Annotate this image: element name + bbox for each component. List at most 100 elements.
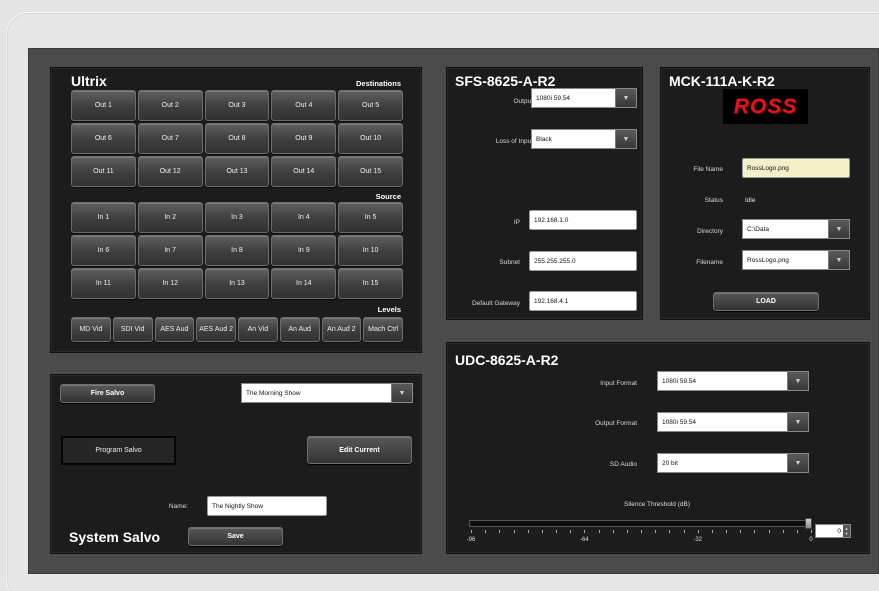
sources-grid: In 1 In 2 In 3 In 4 In 5 In 6 In 7 In 8 In 9 In 1… bbox=[71, 202, 403, 299]
source-button[interactable]: In 2 bbox=[137, 202, 203, 233]
sd-audio-select[interactable]: 20 bit ▼ bbox=[657, 453, 809, 473]
level-button[interactable]: MD Vid bbox=[71, 317, 111, 342]
destination-button[interactable]: Out 10 bbox=[338, 123, 403, 154]
sfs-title: SFS-8625-A-R2 bbox=[455, 73, 556, 89]
source-button[interactable]: In 7 bbox=[137, 235, 203, 266]
loss-of-input-select[interactable]: Black ▼ bbox=[531, 129, 637, 149]
destination-button[interactable]: Out 13 bbox=[204, 156, 270, 187]
chevron-down-icon[interactable]: ▼ bbox=[787, 413, 808, 431]
directory-select[interactable]: C:\Data ▼ bbox=[742, 219, 850, 239]
destination-button[interactable]: Out 2 bbox=[137, 90, 203, 121]
destination-button[interactable]: Out 11 bbox=[71, 156, 136, 187]
chevron-down-icon[interactable]: ▼ bbox=[828, 251, 849, 269]
subnet-field[interactable]: 255.255.255.0 bbox=[529, 251, 637, 271]
level-button[interactable]: An Aud bbox=[279, 317, 320, 342]
slider-tick bbox=[711, 530, 713, 533]
sfs-panel: SFS-8625-A-R2 Output 1080i 59.54 ▼ Loss … bbox=[446, 67, 643, 320]
level-button[interactable]: An Aud 2 bbox=[321, 317, 362, 342]
source-button[interactable]: In 6 bbox=[71, 235, 136, 266]
save-button[interactable]: Save bbox=[188, 527, 283, 546]
ross-logo: ROSS bbox=[723, 89, 808, 124]
source-button[interactable]: In 11 bbox=[71, 268, 136, 299]
source-button[interactable]: In 5 bbox=[338, 202, 403, 233]
output-label: Output bbox=[513, 98, 533, 105]
source-button[interactable]: In 1 bbox=[71, 202, 136, 233]
source-button[interactable]: In 8 bbox=[204, 235, 270, 266]
salvo-name-field[interactable]: The Nightly Show bbox=[207, 496, 327, 516]
slider-scale-label: 0 bbox=[809, 537, 813, 543]
chevron-down-icon[interactable]: ▼ bbox=[615, 89, 636, 107]
chevron-down-icon[interactable]: ▼ bbox=[787, 454, 808, 472]
slider-tick bbox=[584, 530, 586, 533]
fire-salvo-button[interactable]: Fire Salvo bbox=[60, 384, 155, 403]
default-gateway-field[interactable]: 192.168.4.1 bbox=[529, 291, 637, 311]
slider-tick bbox=[485, 530, 487, 533]
source-button[interactable]: In 3 bbox=[204, 202, 270, 233]
destination-button[interactable]: Out 4 bbox=[271, 90, 337, 121]
filename-label: Filename bbox=[696, 259, 723, 266]
level-button[interactable]: Mach Ctrl bbox=[363, 317, 403, 342]
loss-of-input-value: Black bbox=[536, 135, 552, 143]
source-button[interactable]: In 10 bbox=[338, 235, 403, 266]
salvo-show-select[interactable]: The Morning Show ▼ bbox=[241, 383, 413, 403]
slider-tick bbox=[726, 530, 727, 533]
input-format-select[interactable]: 1080i 59.54 ▼ bbox=[657, 371, 809, 391]
source-button[interactable]: In 9 bbox=[271, 235, 337, 266]
source-button[interactable]: In 14 bbox=[271, 268, 337, 299]
load-button[interactable]: LOAD bbox=[713, 292, 819, 311]
source-button[interactable]: In 13 bbox=[204, 268, 270, 299]
source-button[interactable]: In 15 bbox=[338, 268, 403, 299]
slider-tick bbox=[570, 530, 572, 533]
ip-field[interactable]: 192.168.1.0 bbox=[529, 210, 637, 230]
program-salvo-button[interactable]: Program Salvo bbox=[61, 436, 176, 465]
destination-button[interactable]: Out 8 bbox=[204, 123, 270, 154]
silence-threshold-slider[interactable] bbox=[469, 518, 812, 529]
destinations-label: Destinations bbox=[355, 79, 401, 88]
file-name-field[interactable]: RossLogo.png bbox=[742, 158, 850, 178]
destination-button[interactable]: Out 12 bbox=[137, 156, 203, 187]
destination-button[interactable]: Out 6 bbox=[71, 123, 136, 154]
level-button[interactable]: An Vid bbox=[238, 317, 278, 342]
destination-button[interactable]: Out 7 bbox=[137, 123, 203, 154]
destination-button[interactable]: Out 14 bbox=[271, 156, 337, 187]
level-button[interactable]: AES Aud 2 bbox=[196, 317, 236, 342]
destination-button[interactable]: Out 9 bbox=[271, 123, 337, 154]
udc-title: UDC-8625-A-R2 bbox=[455, 352, 559, 368]
destination-button[interactable]: Out 1 bbox=[71, 90, 136, 121]
slider-ticks bbox=[471, 530, 812, 534]
directory-value: C:\Data bbox=[747, 225, 770, 233]
edit-current-button[interactable]: Edit Current bbox=[307, 436, 412, 464]
file-name-label: File Name bbox=[693, 166, 723, 173]
slider-tick bbox=[683, 530, 685, 533]
slider-scale-label: -32 bbox=[693, 537, 702, 543]
slider-tick bbox=[740, 530, 742, 533]
output-select[interactable]: 1080i 59.54 ▼ bbox=[531, 88, 637, 108]
destination-button[interactable]: Out 5 bbox=[338, 90, 403, 121]
filename-select[interactable]: RossLogo.png ▼ bbox=[742, 250, 850, 270]
slider-tick bbox=[598, 530, 600, 533]
source-button[interactable]: In 4 bbox=[271, 202, 337, 233]
output-value: 1080i 59.54 bbox=[536, 94, 570, 102]
chevron-down-icon[interactable]: ▼ bbox=[615, 130, 636, 148]
slider-thumb[interactable] bbox=[805, 518, 812, 529]
source-button[interactable]: In 12 bbox=[137, 268, 203, 299]
destination-button[interactable]: Out 3 bbox=[204, 90, 270, 121]
slider-tick bbox=[527, 530, 529, 533]
silence-threshold-spinner[interactable]: 0 ▲ ▼ bbox=[815, 524, 851, 538]
destination-button[interactable]: Out 15 bbox=[338, 156, 403, 187]
chevron-down-icon[interactable]: ▼ bbox=[787, 372, 808, 390]
chevron-down-icon[interactable]: ▼ bbox=[828, 220, 849, 238]
default-gateway-label: Default Gateway bbox=[471, 300, 520, 307]
level-button[interactable]: AES Aud bbox=[154, 317, 195, 342]
level-button[interactable]: SDI Vid bbox=[112, 317, 153, 342]
status-value: Idle bbox=[745, 197, 756, 204]
destinations-grid: Out 1 Out 2 Out 3 Out 4 Out 5 Out 6 Out 7 Out 8… bbox=[71, 90, 403, 187]
chevron-down-icon[interactable]: ▼ bbox=[391, 384, 412, 402]
spinner-arrows-icon[interactable]: ▲ ▼ bbox=[843, 525, 850, 537]
silence-threshold-value: 0 bbox=[837, 527, 841, 535]
levels-grid: MD Vid SDI Vid AES Aud AES Aud 2 An Vid An Au… bbox=[71, 317, 403, 342]
slider-tick bbox=[811, 530, 812, 533]
slider-tick bbox=[782, 530, 784, 533]
output-format-select[interactable]: 1080i 59.54 ▼ bbox=[657, 412, 809, 432]
mck-panel: MCK-111A-K-R2 ROSS File Name RossLogo.pn… bbox=[660, 67, 870, 320]
